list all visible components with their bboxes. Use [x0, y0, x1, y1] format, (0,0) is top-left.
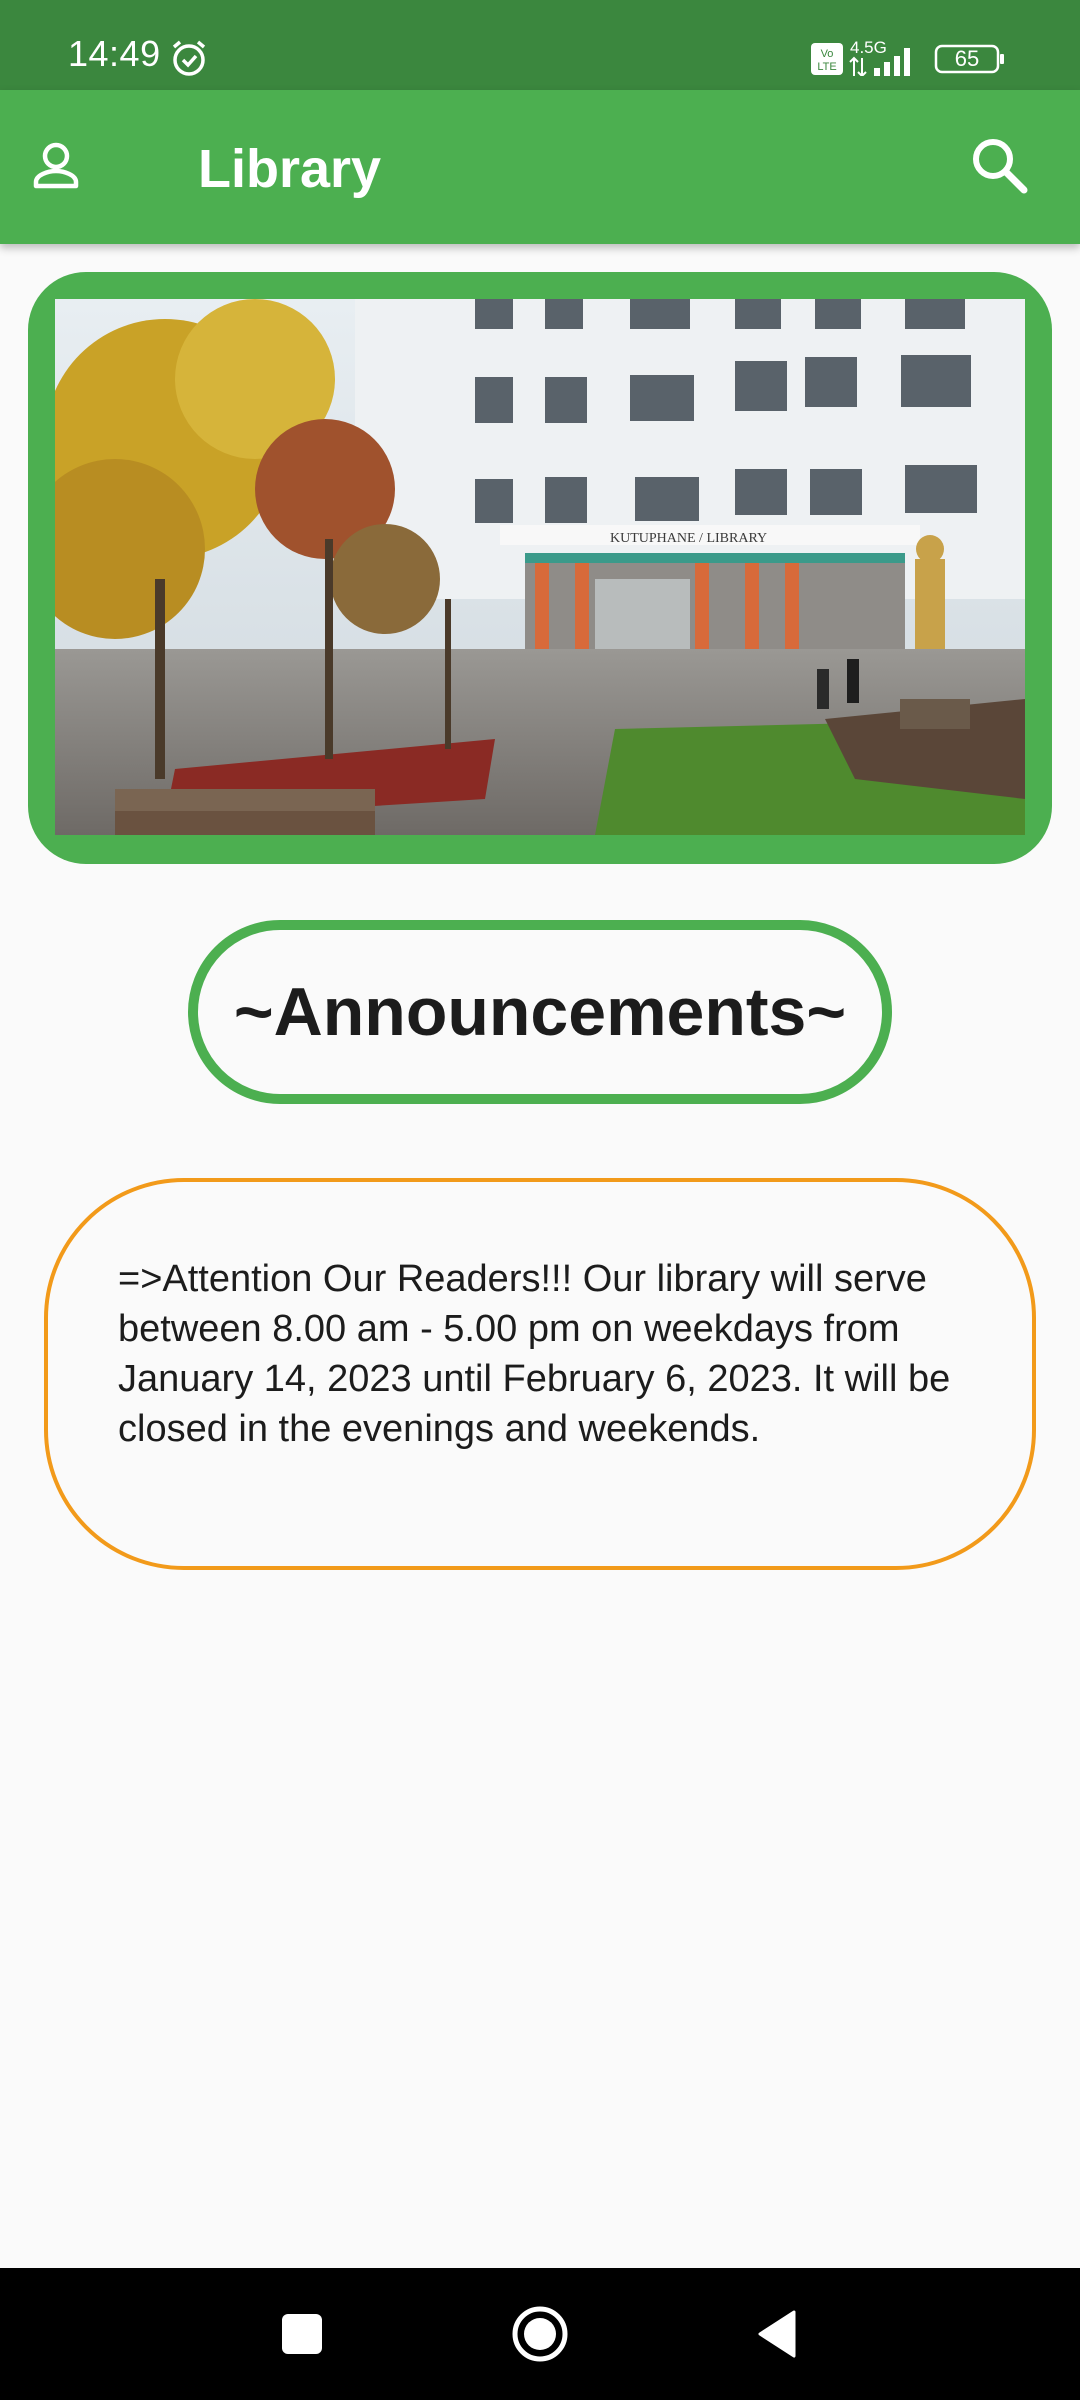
svg-text:Vo: Vo — [821, 48, 834, 60]
signal-icon — [849, 48, 910, 76]
library-building-photo: KUTUPHANE / LIBRARY — [55, 299, 1025, 835]
announcement-text: =>Attention Our Readers!!! Our library w… — [118, 1258, 951, 1450]
app-bar: Library — [0, 90, 1080, 244]
announcements-heading-container: ~Announcements~ — [188, 920, 892, 1104]
system-nav-bar — [0, 2268, 1080, 2400]
svg-text:LTE: LTE — [817, 61, 836, 73]
alarm-icon — [172, 40, 206, 76]
library-banner: KUTUPHANE / LIBRARY — [28, 272, 1052, 864]
search-icon[interactable] — [962, 128, 1038, 204]
announcement-card: =>Attention Our Readers!!! Our library w… — [44, 1178, 1036, 1570]
home-icon[interactable] — [508, 2302, 572, 2366]
volte-icon: Vo LTE — [811, 43, 843, 75]
person-icon[interactable] — [20, 130, 92, 202]
status-time: 14:49 — [68, 33, 161, 74]
library-photo-illustration: KUTUPHANE / LIBRARY — [55, 299, 1025, 835]
battery-level: 65 — [954, 46, 980, 71]
status-bar: 14:49 Vo LTE 4.5G 65 — [0, 0, 1080, 90]
page-title: Library — [198, 139, 382, 199]
announcements-heading: ~Announcements~ — [233, 974, 847, 1050]
library-sign: KUTUPHANE / LIBRARY — [610, 531, 767, 546]
recents-icon[interactable] — [270, 2302, 334, 2366]
back-icon[interactable] — [746, 2302, 810, 2366]
